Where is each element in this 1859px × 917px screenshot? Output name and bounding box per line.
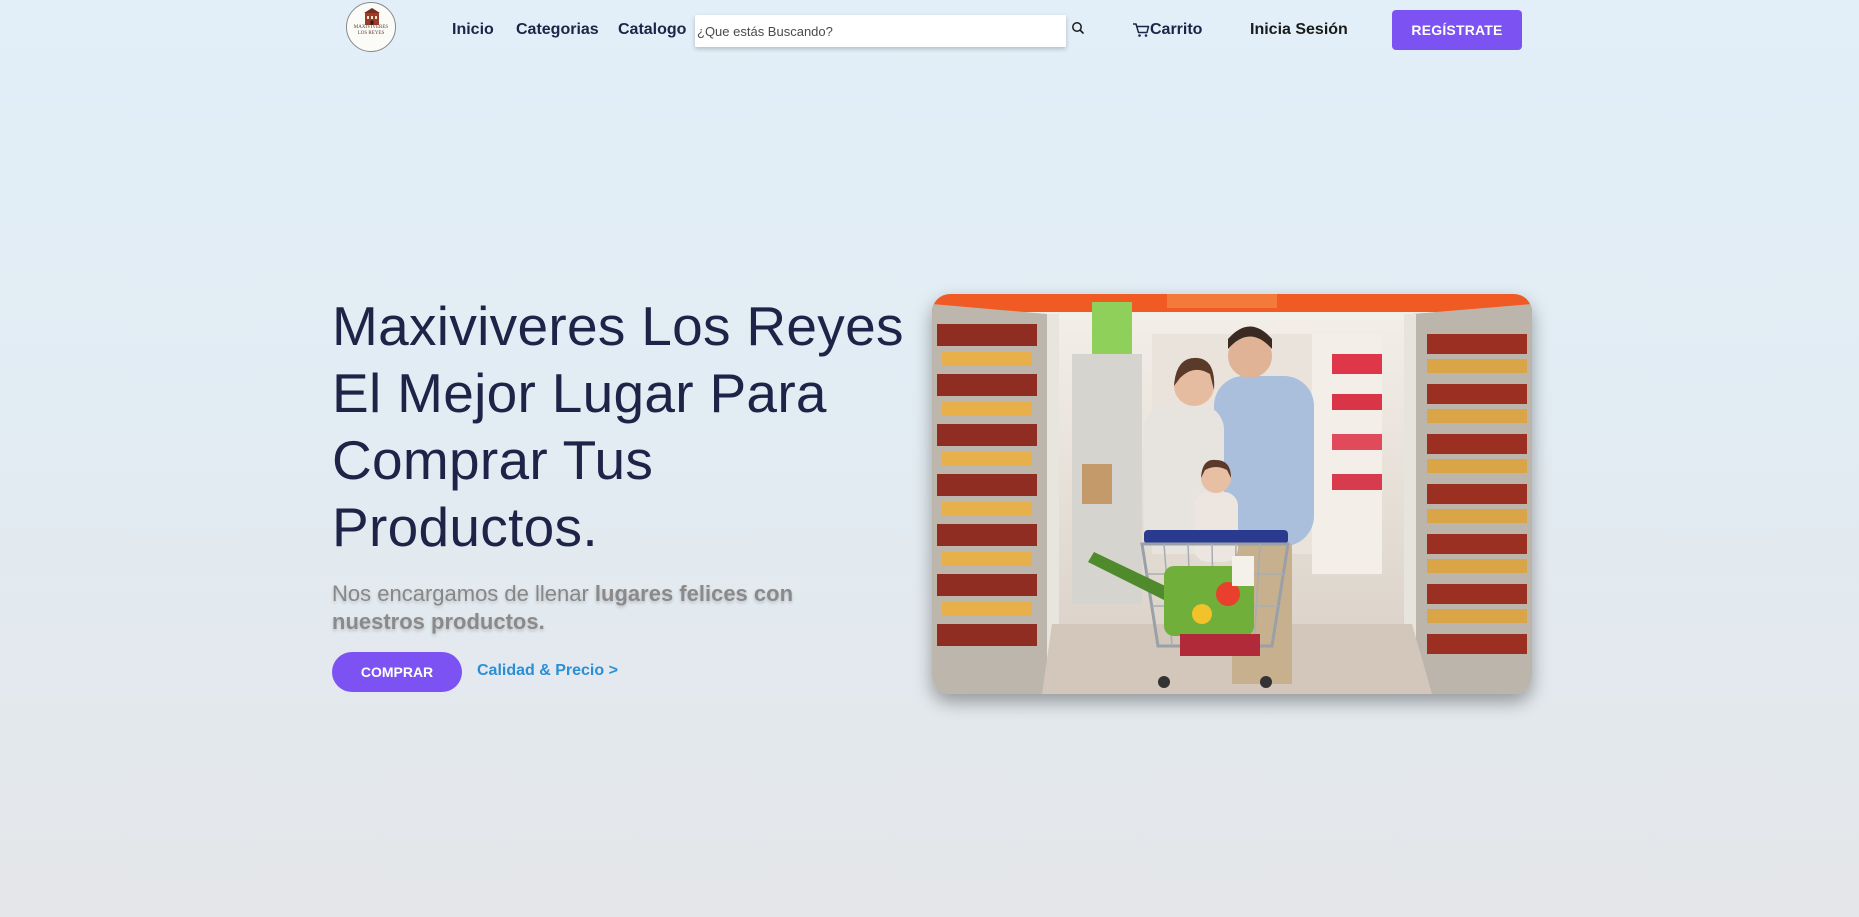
search-button[interactable] — [1070, 20, 1086, 36]
nav-link-home[interactable]: Inicio — [452, 21, 494, 39]
hero-title: Maxiviveres Los Reyes El Mejor Lugar Par… — [332, 293, 932, 561]
supermarket-family-image — [932, 294, 1532, 694]
hero-title-line: Productos. — [332, 496, 598, 558]
cart-icon — [1133, 23, 1150, 37]
hero-title-line: El Mejor Lugar Para — [332, 362, 827, 424]
hero-image — [932, 294, 1532, 694]
login-link[interactable]: Inicia Sesión — [1250, 21, 1348, 39]
site-logo[interactable]: MAXIVIVERES LOS REYES — [346, 2, 396, 52]
cart-link[interactable]: Carrito — [1132, 21, 1202, 39]
nav-link-categories[interactable]: Categorias — [516, 21, 599, 39]
logo-line-1: MAXIVIVERES — [353, 25, 389, 30]
nav-link-catalog[interactable]: Catalogo — [618, 21, 686, 39]
quality-price-link[interactable]: Calidad & Precio > — [477, 662, 618, 680]
logo-text: MAXIVIVERES LOS REYES — [347, 25, 395, 36]
register-button[interactable]: REGÍSTRATE — [1392, 10, 1522, 50]
cart-label: Carrito — [1150, 21, 1203, 38]
hero-title-line: Comprar Tus — [332, 429, 654, 491]
search-icon — [1072, 22, 1084, 34]
logo-line-2: LOS REYES — [357, 30, 385, 36]
building-icon — [364, 8, 380, 25]
hero-title-line: Maxiviveres Los Reyes — [332, 295, 904, 357]
hero-subtitle-plain: Nos encargamos de llenar — [332, 581, 595, 606]
buy-button[interactable]: COMPRAR — [332, 652, 462, 692]
search-input[interactable] — [695, 15, 1066, 47]
hero-subtitle: Nos encargamos de llenar lugares felices… — [332, 580, 852, 636]
